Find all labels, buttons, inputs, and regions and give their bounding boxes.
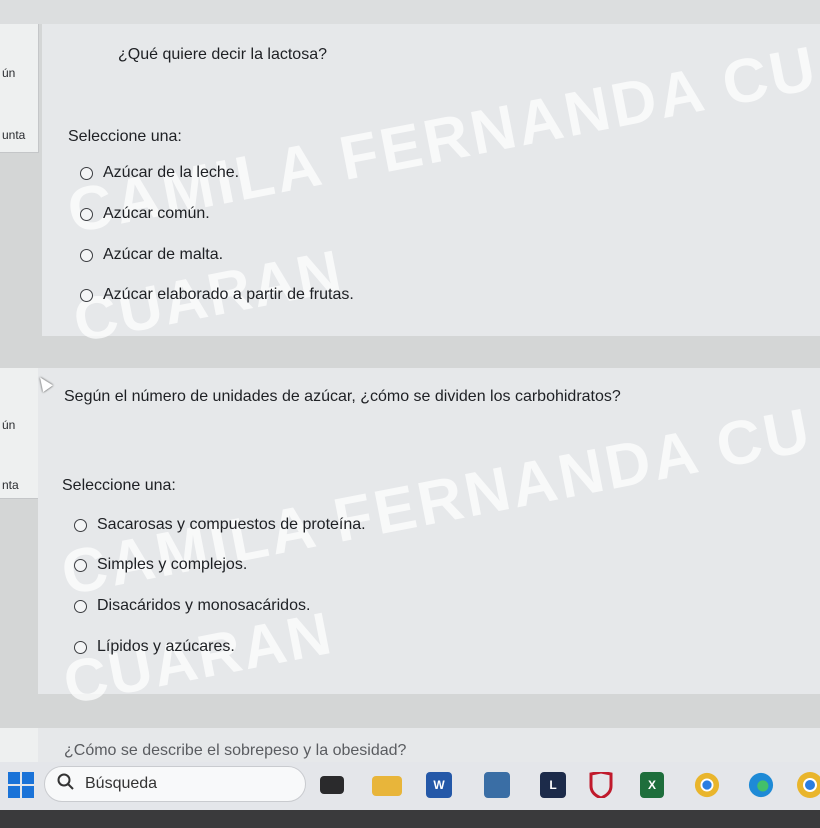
radio-button[interactable] bbox=[74, 518, 87, 532]
question-info-label: ún bbox=[2, 418, 16, 432]
file-explorer-icon[interactable] bbox=[372, 776, 402, 796]
answer-option[interactable]: Simples y complejos. bbox=[74, 556, 247, 574]
radio-button[interactable] bbox=[80, 288, 93, 302]
answer-option-label: Azúcar común. bbox=[103, 205, 210, 222]
answer-option-label: Sacarosas y compuestos de proteína. bbox=[97, 516, 366, 533]
answer-option[interactable]: Azúcar de malta. bbox=[80, 246, 223, 264]
radio-button[interactable] bbox=[80, 248, 93, 262]
mcafee-icon[interactable] bbox=[588, 772, 614, 798]
taskbar-search[interactable]: Búsqueda bbox=[44, 766, 306, 802]
answer-option[interactable]: Azúcar de la leche. bbox=[80, 164, 239, 182]
chrome-2-icon[interactable] bbox=[796, 772, 820, 798]
answer-option-label: Disacáridos y monosacáridos. bbox=[97, 597, 311, 614]
answer-option[interactable]: Lípidos y azúcares. bbox=[74, 638, 235, 656]
chrome-icon[interactable] bbox=[694, 772, 720, 798]
screen-bottom-edge bbox=[0, 810, 820, 828]
excel-icon[interactable]: X bbox=[640, 772, 664, 798]
l-app-icon[interactable]: L bbox=[540, 772, 566, 798]
answer-option-label: Azúcar elaborado a partir de frutas. bbox=[103, 286, 354, 303]
answer-option[interactable]: Azúcar elaborado a partir de frutas. bbox=[80, 286, 354, 304]
answer-option[interactable]: Disacáridos y monosacáridos. bbox=[74, 597, 310, 615]
question-info-label: unta bbox=[2, 128, 26, 142]
task-view-icon[interactable] bbox=[320, 776, 344, 794]
question-info-panel-2: ún nta bbox=[0, 368, 39, 499]
answer-option-label: Lípidos y azúcares. bbox=[97, 638, 235, 655]
search-placeholder: Búsqueda bbox=[85, 775, 158, 792]
answer-option-label: Simples y complejos. bbox=[97, 556, 248, 573]
store-icon[interactable] bbox=[484, 772, 510, 798]
windows-start-icon[interactable] bbox=[6, 770, 36, 800]
question-info-panel-3 bbox=[0, 728, 39, 763]
question-text: Según el número de unidades de azúcar, ¿… bbox=[64, 388, 621, 405]
word-icon[interactable]: W bbox=[426, 772, 452, 798]
answer-prompt: Seleccione una: bbox=[68, 128, 182, 145]
question-info-label: ún bbox=[2, 66, 16, 80]
answer-option-label: Azúcar de la leche. bbox=[103, 164, 240, 181]
question-info-label: nta bbox=[2, 478, 19, 492]
radio-button[interactable] bbox=[74, 558, 87, 572]
page-top-strip bbox=[0, 0, 820, 24]
radio-button[interactable] bbox=[80, 166, 93, 180]
taskbar: Búsqueda W L X bbox=[0, 762, 820, 810]
answer-option[interactable]: Sacarosas y compuestos de proteína. bbox=[74, 516, 366, 534]
answer-prompt: Seleccione una: bbox=[62, 477, 176, 494]
answer-option[interactable]: Azúcar común. bbox=[80, 205, 210, 223]
edge-icon[interactable] bbox=[748, 772, 774, 798]
radio-button[interactable] bbox=[74, 599, 87, 613]
question-text: ¿Qué quiere decir la lactosa? bbox=[118, 46, 327, 63]
search-icon bbox=[57, 773, 75, 796]
question-text: ¿Cómo se describe el sobrepeso y la obes… bbox=[64, 742, 407, 759]
radio-button[interactable] bbox=[74, 640, 87, 654]
answer-option-label: Azúcar de malta. bbox=[103, 246, 224, 263]
radio-button[interactable] bbox=[80, 207, 93, 221]
question-info-panel-1: ún unta bbox=[0, 24, 39, 153]
